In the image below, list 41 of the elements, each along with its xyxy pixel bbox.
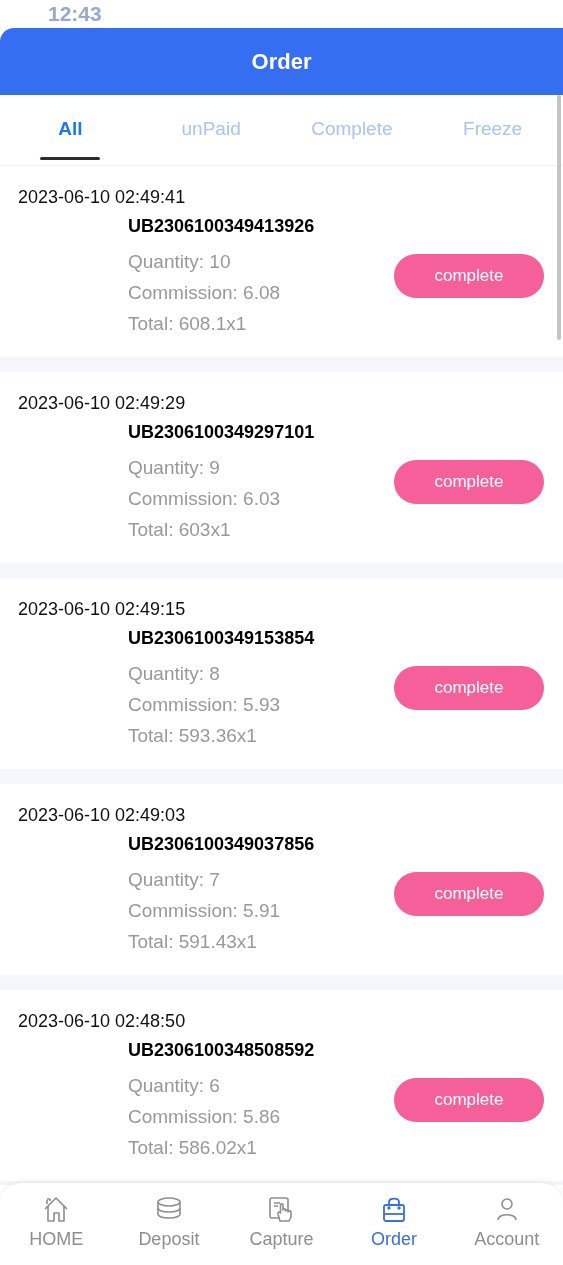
order-number: UB2306100349413926 <box>128 215 316 238</box>
order-time: 2023-06-10 02:49:15 <box>18 598 187 621</box>
total-text: Total: 593.36x1 <box>128 724 258 748</box>
complete-button[interactable]: complete <box>394 666 544 710</box>
complete-button[interactable]: complete <box>394 872 544 916</box>
page-title: Order <box>251 48 312 75</box>
quantity-text: Quantity: 6 <box>128 1074 221 1098</box>
quantity-text: Quantity: 9 <box>128 456 221 480</box>
order-number: UB2306100348508592 <box>128 1039 316 1062</box>
nav-item[interactable]: Order <box>371 1183 418 1265</box>
order-number: UB2306100349153854 <box>128 627 316 650</box>
nav-item[interactable]: Capture <box>249 1183 314 1265</box>
order-time: 2023-06-10 02:48:50 <box>18 1010 187 1033</box>
commission-text: Commission: 5.86 <box>128 1105 281 1129</box>
tab[interactable]: Freeze <box>462 95 523 165</box>
quantity-text: Quantity: 7 <box>128 868 221 892</box>
order-number: UB2306100349297101 <box>128 421 316 444</box>
commission-text: Commission: 5.93 <box>128 693 281 717</box>
status-time: 12:43 <box>48 2 102 26</box>
nav-item[interactable]: Deposit <box>138 1183 200 1265</box>
complete-button[interactable]: complete <box>394 254 544 298</box>
complete-button[interactable]: complete <box>394 1078 544 1122</box>
total-text: Total: 586.02x1 <box>128 1136 258 1160</box>
tab[interactable]: All <box>40 95 101 165</box>
order-time: 2023-06-10 02:49:03 <box>18 804 187 827</box>
complete-button[interactable]: complete <box>394 460 544 504</box>
order-time: 2023-06-10 02:49:41 <box>18 186 187 209</box>
total-text: Total: 603x1 <box>128 518 232 542</box>
quantity-text: Quantity: 8 <box>128 662 221 686</box>
commission-text: Commission: 5.91 <box>128 899 281 923</box>
nav-item[interactable]: Account <box>474 1183 540 1265</box>
total-text: Total: 608.1x1 <box>128 312 248 336</box>
tab[interactable]: Complete <box>311 95 393 165</box>
order-time: 2023-06-10 02:49:29 <box>18 392 187 415</box>
tab[interactable]: unPaid <box>181 95 242 165</box>
commission-text: Commission: 6.03 <box>128 487 281 511</box>
order-number: UB2306100349037856 <box>128 833 316 856</box>
nav-item[interactable]: HOME <box>29 1183 84 1265</box>
quantity-text: Quantity: 10 <box>128 250 232 274</box>
commission-text: Commission: 6.08 <box>128 281 281 305</box>
total-text: Total: 591.43x1 <box>128 930 258 954</box>
